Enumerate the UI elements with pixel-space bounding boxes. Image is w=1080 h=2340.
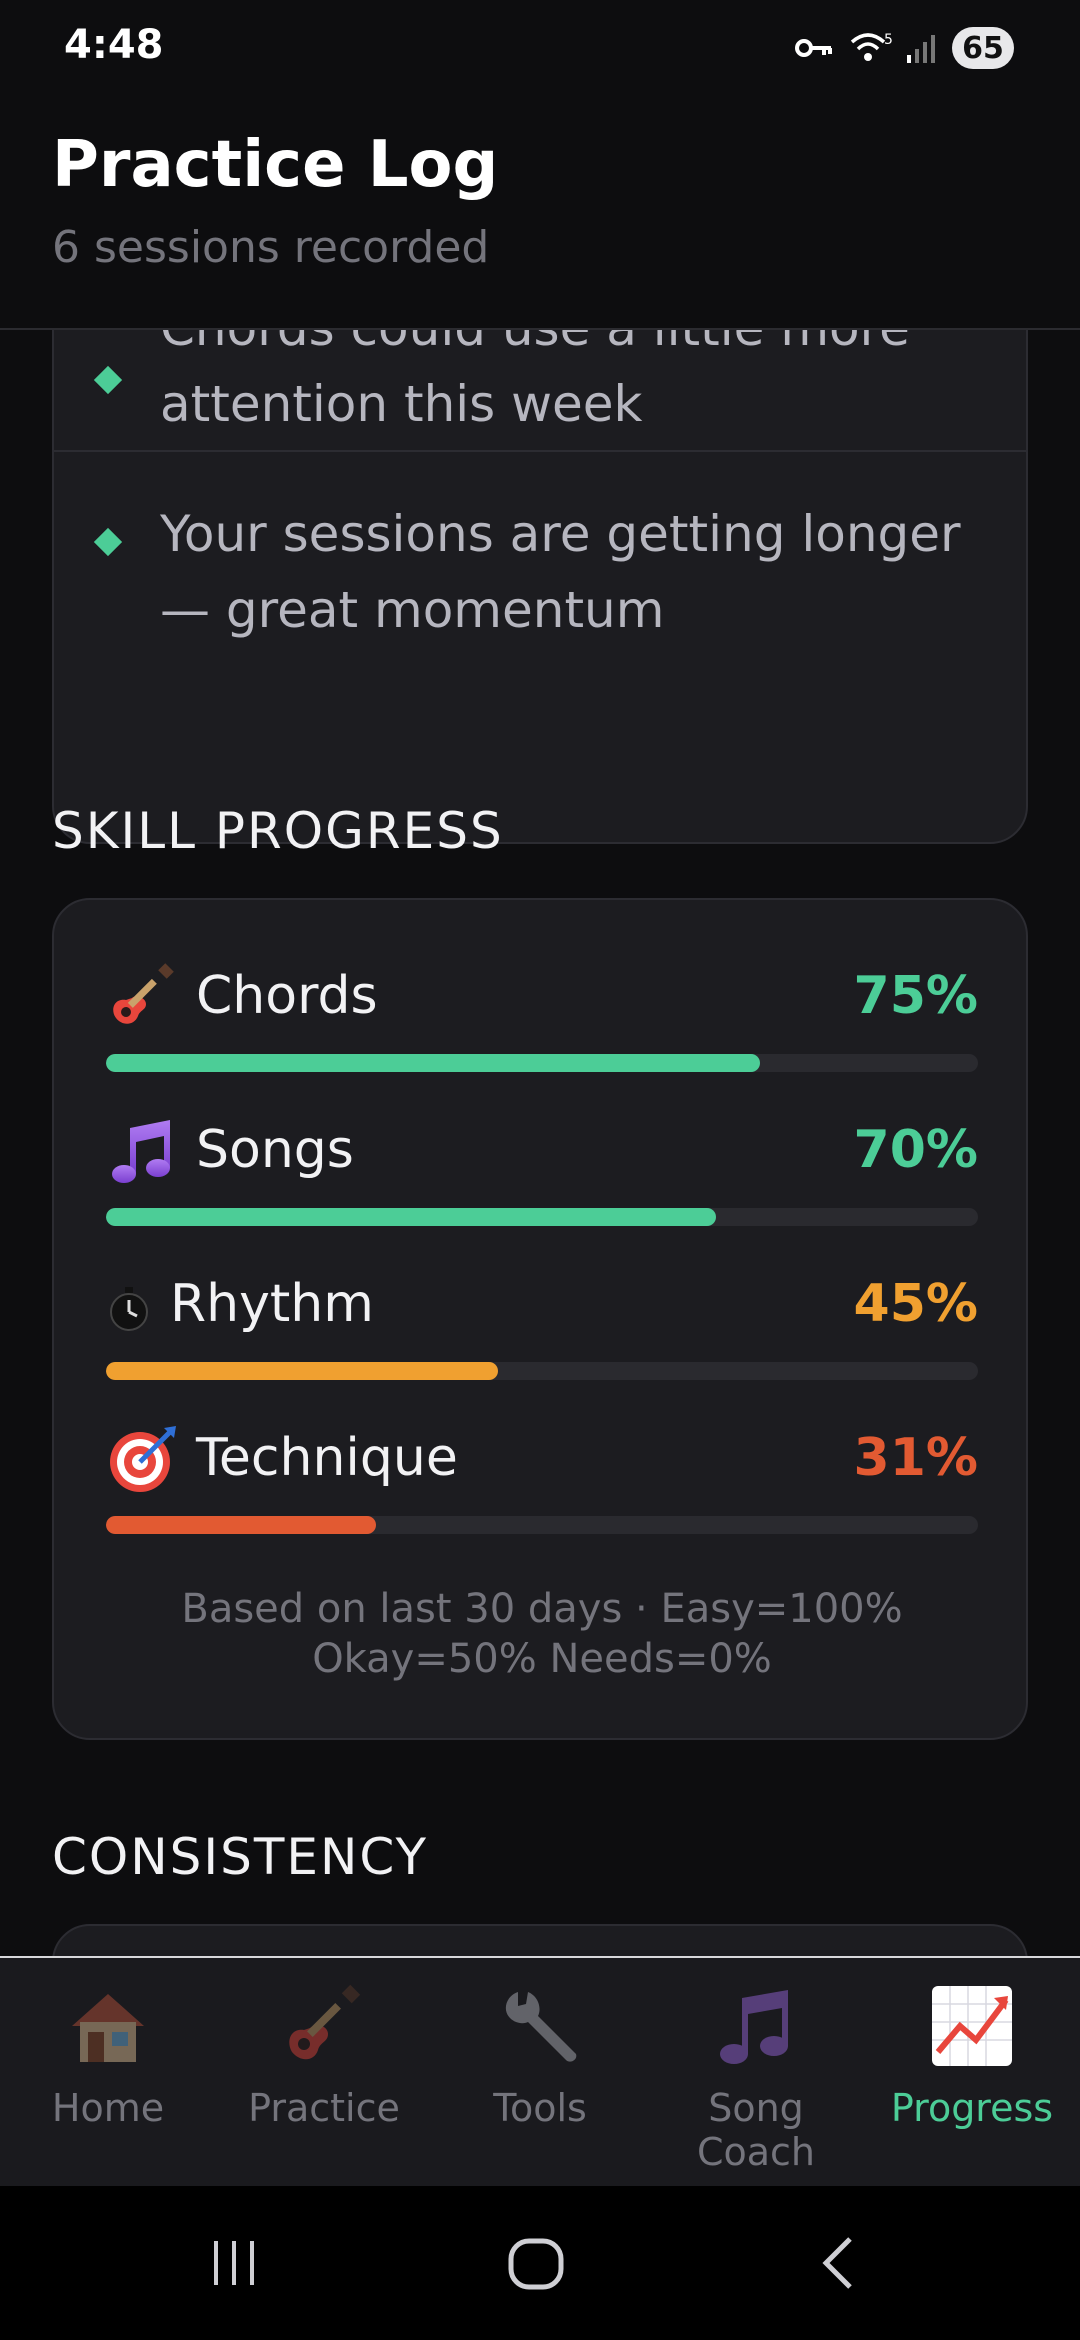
wifi-icon: 5 (848, 30, 892, 66)
page-title: Practice Log (52, 128, 499, 202)
nav-tools[interactable]: Tools (432, 1958, 648, 2188)
progress-fill (106, 1208, 717, 1226)
insight-item: Your sessions are getting longer — great… (54, 450, 1026, 648)
insight-item: Chords could use a little more attention… (54, 330, 1026, 442)
stopwatch-icon (110, 1287, 148, 1331)
target-icon (110, 1426, 176, 1492)
page-subtitle: 6 sessions recorded (52, 222, 490, 273)
nav-label: Song Coach (696, 2086, 816, 2174)
wifi-badge: 5 (884, 32, 892, 48)
progress-track (106, 1362, 978, 1380)
chart-increasing-icon (932, 1986, 1012, 2066)
status-icons: 5 65 (794, 26, 1014, 70)
insight-text: Your sessions are getting longer — great… (160, 505, 961, 639)
skill-name: Chords (196, 966, 378, 1026)
skill-name: Songs (196, 1120, 354, 1180)
house-icon (72, 1994, 144, 2062)
skill-row-chords: Chords 75% (106, 960, 978, 1090)
back-button[interactable] (780, 2186, 900, 2340)
nav-practice[interactable]: Practice (216, 1958, 432, 2188)
progress-track (106, 1208, 978, 1226)
guitar-icon (113, 963, 174, 1024)
skill-name: Rhythm (170, 1274, 374, 1334)
home-circle-icon (508, 2238, 564, 2290)
signal-icon (906, 33, 938, 63)
skill-percent: 75% (853, 966, 978, 1026)
guitar-icon (289, 1984, 361, 2060)
diamond-bullet-icon (93, 527, 123, 557)
consistency-heading: CONSISTENCY (52, 1828, 429, 1886)
status-time: 4:48 (64, 22, 164, 68)
skill-name: Technique (196, 1428, 458, 1488)
vpn-key-icon (794, 36, 834, 60)
insights-card: Chords could use a little more attention… (52, 330, 1028, 844)
home-button[interactable] (476, 2186, 596, 2340)
skill-row-songs: Songs 70% (106, 1114, 978, 1244)
progress-fill (106, 1516, 377, 1534)
progress-track (106, 1054, 978, 1072)
skill-percent: 45% (853, 1274, 978, 1334)
nav-label: Progress (890, 2086, 1054, 2130)
battery-indicator: 65 (952, 27, 1014, 69)
nav-label: Tools (493, 2086, 587, 2130)
skill-percent: 70% (853, 1120, 978, 1180)
skill-progress-heading: SKILL PROGRESS (52, 802, 504, 860)
insight-text: Chords could use a little more attention… (160, 330, 910, 433)
skill-percent: 31% (853, 1428, 978, 1488)
progress-fill (106, 1054, 760, 1072)
system-nav-bar (0, 2186, 1080, 2340)
nav-progress[interactable]: Progress (864, 1958, 1080, 2188)
page-header: Practice Log 6 sessions recorded (0, 100, 1080, 330)
status-bar: 4:48 5 65 (0, 0, 1080, 100)
skill-row-technique: Technique 31% (106, 1422, 978, 1552)
scroll-content[interactable]: Chords could use a little more attention… (0, 330, 1080, 1958)
skill-progress-card: Chords 75% Songs 70% Rhythm 45% Techniqu… (52, 898, 1028, 1740)
music-note-icon (720, 1990, 788, 2064)
progress-fill (106, 1362, 499, 1380)
diamond-bullet-icon (93, 365, 123, 395)
bottom-nav: Home Practice Tools Song Coach Progress (0, 1956, 1080, 2186)
music-note-icon (112, 1120, 170, 1183)
nav-label: Home (51, 2086, 165, 2130)
app-screen: 4:48 5 65 Practice Log 6 sessions record… (0, 0, 1080, 2340)
skill-row-rhythm: Rhythm 45% (106, 1268, 978, 1398)
progress-track (106, 1516, 978, 1534)
recent-apps-icon (214, 2241, 254, 2285)
nav-label: Practice (248, 2086, 400, 2130)
recent-apps-button[interactable] (174, 2186, 294, 2340)
nav-song-coach[interactable]: Song Coach (648, 1958, 864, 2188)
back-chevron-icon (822, 2237, 852, 2289)
consistency-card (52, 1924, 1028, 1958)
wrench-icon (505, 1992, 577, 2062)
nav-home[interactable]: Home (0, 1958, 216, 2188)
skill-progress-note: Based on last 30 days · Easy=100% Okay=5… (181, 1586, 903, 1682)
